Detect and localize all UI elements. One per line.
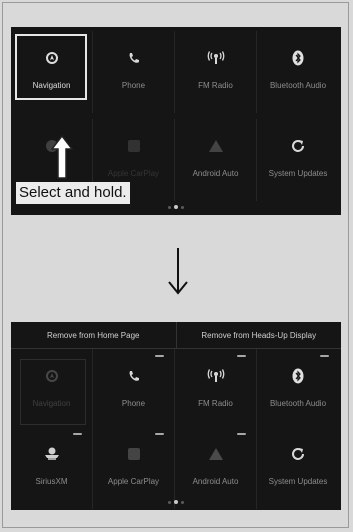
tile-siriusxm[interactable]: SiriusXM <box>11 427 93 509</box>
remove-icon[interactable] <box>237 433 246 435</box>
phone-icon <box>128 47 140 69</box>
arrow-down-icon <box>168 248 188 295</box>
radio-icon <box>207 365 225 387</box>
remove-icon[interactable] <box>237 355 246 357</box>
page-dot <box>168 205 171 209</box>
tile-label: System Updates <box>268 169 328 178</box>
bluetooth-icon <box>292 47 304 69</box>
tile-system-updates[interactable]: System Updates <box>257 427 339 509</box>
tile-apple-carplay[interactable]: Apple CarPlay <box>93 427 175 509</box>
tile-label: Phone <box>121 81 146 90</box>
page-dot <box>181 205 184 209</box>
remove-icon[interactable] <box>155 433 164 435</box>
tile-label: Apple CarPlay <box>107 477 160 486</box>
tile-system-updates[interactable]: System Updates <box>257 119 339 201</box>
tile-label: Bluetooth Audio <box>269 81 327 90</box>
tile-label: System Updates <box>268 477 328 486</box>
android-auto-icon <box>208 135 224 157</box>
page-indicator <box>168 500 184 504</box>
tile-phone[interactable]: Phone <box>93 31 175 113</box>
tile-label: FM Radio <box>198 81 233 90</box>
tile-label: SiriusXM <box>35 477 68 486</box>
remove-icon[interactable] <box>73 433 82 435</box>
tile-label: Apple CarPlay <box>107 169 160 178</box>
tile-bluetooth-audio[interactable]: Bluetooth Audio <box>257 31 339 113</box>
callout-label: Select and hold. <box>16 182 130 204</box>
tile-bluetooth-audio[interactable]: Bluetooth Audio <box>257 349 339 431</box>
tile-label: Navigation <box>32 399 71 408</box>
android-auto-icon <box>208 443 224 465</box>
remove-icon[interactable] <box>155 355 164 357</box>
carplay-icon <box>126 443 142 465</box>
tile-label: Android Auto <box>192 477 239 486</box>
tile-label: FM Radio <box>198 399 233 408</box>
radio-icon <box>207 47 225 69</box>
page-dot-active <box>174 500 178 504</box>
phone-icon <box>128 365 140 387</box>
tile-android-auto[interactable]: Android Auto <box>175 119 257 201</box>
navigation-icon <box>45 365 59 387</box>
remove-icon[interactable] <box>320 355 329 357</box>
page-dot <box>168 500 171 504</box>
tile-label: Phone <box>121 399 146 408</box>
selection-highlight <box>15 34 87 100</box>
home-screen-before: Navigation Phone FM Radio Bluetooth Audi… <box>11 27 341 215</box>
tile-label: Bluetooth Audio <box>269 399 327 408</box>
tile-fm-radio[interactable]: FM Radio <box>175 349 257 431</box>
page-indicator <box>168 205 184 209</box>
tile-android-auto[interactable]: Android Auto <box>175 427 257 509</box>
bluetooth-icon <box>292 365 304 387</box>
tile-navigation[interactable]: Navigation <box>11 31 93 113</box>
tile-navigation[interactable]: Navigation <box>11 349 93 431</box>
page-dot <box>181 500 184 504</box>
siriusxm-icon <box>43 443 61 465</box>
arrow-up-icon <box>51 135 73 179</box>
options-bar: Remove from Home Page Remove from Heads-… <box>11 322 341 349</box>
carplay-icon <box>126 135 142 157</box>
tile-fm-radio[interactable]: FM Radio <box>175 31 257 113</box>
tile-label: Android Auto <box>192 169 239 178</box>
system-updates-icon <box>290 135 306 157</box>
page-dot-active <box>174 205 178 209</box>
remove-from-home-page-button[interactable]: Remove from Home Page <box>11 322 176 348</box>
tile-phone[interactable]: Phone <box>93 349 175 431</box>
system-updates-icon <box>290 443 306 465</box>
remove-from-hud-button[interactable]: Remove from Heads-Up Display <box>175 322 342 348</box>
app-grid: Navigation Phone FM Radio Bluetooth Audi… <box>11 349 341 509</box>
home-screen-edit-mode: Remove from Home Page Remove from Heads-… <box>11 322 341 510</box>
